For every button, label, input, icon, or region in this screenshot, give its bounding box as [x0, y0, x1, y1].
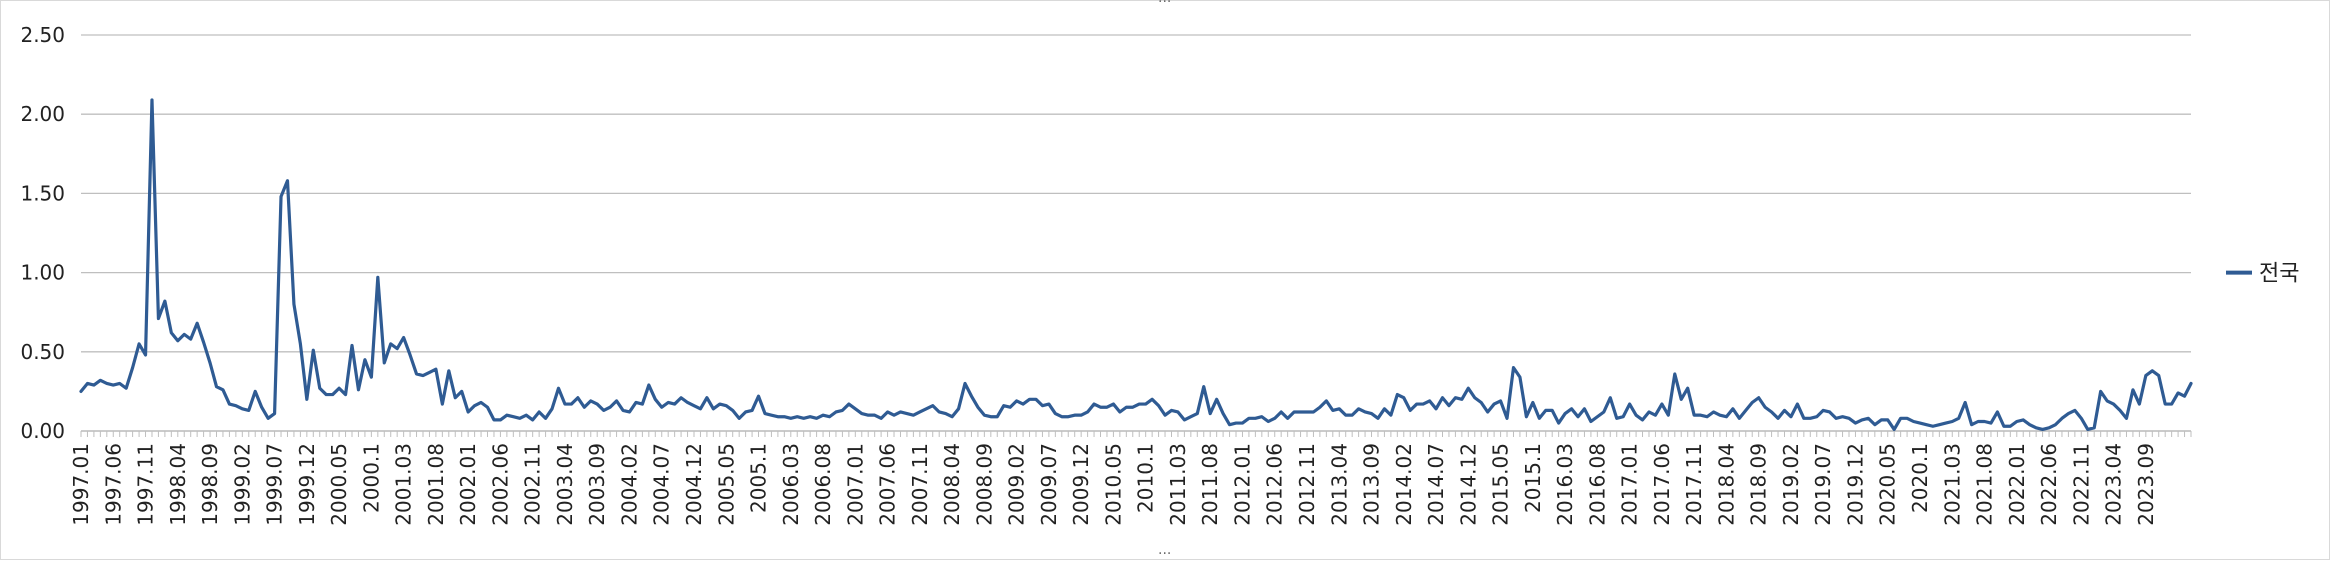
x-tick-label: 2002.06	[488, 443, 512, 526]
x-tick-label: 2022.06	[2037, 443, 2061, 526]
x-tick-label: 2014.02	[1392, 443, 1416, 526]
x-tick-label: 1999.12	[295, 443, 319, 526]
x-tick-label: 2013.09	[1360, 443, 1384, 526]
x-tick-label: 2006.03	[779, 443, 803, 526]
x-tick-label: 2005.05	[714, 443, 738, 526]
legend-label: 전국	[2259, 262, 2299, 287]
y-axis-tick-labels: 0.00 0.50 1.00 1.50 2.00 2.50	[20, 23, 65, 443]
x-axis	[80, 430, 2192, 437]
x-tick-label: 2010.05	[1101, 443, 1125, 526]
x-tick-label: 2011.03	[1166, 443, 1190, 526]
x-tick-label: 2004.02	[617, 443, 641, 526]
series-line-jeonguk	[79, 98, 2193, 432]
x-tick-label: 2019.07	[1811, 443, 1835, 526]
x-tick-label: 2003.04	[553, 443, 577, 526]
x-tick-label: 2009.12	[1069, 443, 1093, 526]
x-tick-label: 2008.04	[940, 443, 964, 526]
x-tick-label: 2002.01	[456, 443, 480, 526]
x-tick-label: 2013.04	[1327, 443, 1351, 526]
x-tick-label: 2020.05	[1876, 443, 1900, 526]
x-tick-label: 2015.05	[1489, 443, 1513, 526]
x-tick-label: 2012.06	[1263, 443, 1287, 526]
x-tick-label: 2000.1	[359, 443, 383, 513]
x-tick-label: 2017.06	[1650, 443, 1674, 526]
x-tick-label: 2005.1	[747, 443, 771, 513]
gridlines	[81, 34, 2191, 432]
x-tick-label: 2018.09	[1747, 443, 1771, 526]
x-axis-tick-labels: 1997.01 1997.06 1997.11 1998.04 1998.09 1999.…	[69, 443, 2158, 526]
x-tick-label: 2018.04	[1714, 443, 1738, 526]
x-tick-label: 2019.12	[1843, 443, 1867, 526]
x-tick-label: 2004.12	[682, 443, 706, 526]
x-tick-label: 2017.01	[1618, 443, 1642, 526]
x-tick-label: 2016.03	[1553, 443, 1577, 526]
x-tick-label: 2019.02	[1779, 443, 1803, 526]
x-tick-label: 1999.07	[263, 443, 287, 526]
x-tick-label: 2001.08	[424, 443, 448, 526]
x-tick-label: 2023.04	[2102, 443, 2126, 526]
y-tick-label: 0.00	[20, 419, 65, 443]
x-tick-label: 2022.11	[2069, 443, 2093, 526]
x-tick-label: 1997.01	[69, 443, 93, 526]
x-tick-label: 2007.11	[908, 443, 932, 526]
x-tick-label: 2016.08	[1585, 443, 1609, 526]
x-tick-label: 2006.08	[811, 443, 835, 526]
y-tick-label: 1.50	[20, 181, 65, 205]
x-tick-label: 2004.07	[650, 443, 674, 526]
line-chart: 0.000.501.001.502.002.50 1997.01 1997.06 1…	[20, 23, 2299, 526]
x-tick-label: 2017.11	[1682, 443, 1706, 526]
legend: 전국	[2226, 262, 2299, 287]
x-tick-label: 2022.01	[2005, 443, 2029, 526]
x-tick-label: 2014.12	[1456, 443, 1480, 526]
x-tick-label: 2021.08	[1973, 443, 1997, 526]
x-tick-label: 2015.1	[1521, 443, 1545, 513]
x-tick-label: 1998.04	[166, 443, 190, 526]
y-tick-label: 1.00	[20, 261, 65, 285]
x-tick-label: 1998.09	[198, 443, 222, 526]
x-tick-label: 2014.07	[1424, 443, 1448, 526]
x-tick-label: 1997.06	[101, 443, 125, 526]
x-tick-label: 2000.05	[327, 443, 351, 526]
x-tick-label: 2001.03	[392, 443, 416, 526]
x-tick-label: 2009.07	[1037, 443, 1061, 526]
chart-frame: ··· ··· 0.00 0.50 1.00 1.50 2.00 2.50 1997.01…	[0, 0, 2330, 561]
x-tick-label: 2020.1	[1908, 443, 1932, 513]
x-tick-label: 1999.02	[230, 443, 254, 526]
y-tick-label: 2.50	[20, 23, 65, 47]
x-tick-label: 2011.08	[1198, 443, 1222, 526]
x-tick-label: 2003.09	[585, 443, 609, 526]
x-tick-label: 2002.11	[521, 443, 545, 526]
x-tick-label: 2023.09	[2134, 443, 2158, 526]
x-tick-label: 2012.01	[1230, 443, 1254, 526]
x-tick-label: 2008.09	[972, 443, 996, 526]
y-tick-label: 0.50	[20, 340, 65, 364]
x-tick-label: 2007.01	[843, 443, 867, 526]
x-tick-label: 2010.1	[1134, 443, 1158, 513]
x-tick-label: 2012.11	[1295, 443, 1319, 526]
x-tick-label: 1997.11	[134, 443, 158, 526]
series-lines	[79, 98, 2193, 432]
y-tick-label: 2.00	[20, 102, 65, 126]
x-tick-label: 2007.06	[876, 443, 900, 526]
x-tick-label: 2009.02	[1005, 443, 1029, 526]
x-tick-label: 2021.03	[1940, 443, 1964, 526]
